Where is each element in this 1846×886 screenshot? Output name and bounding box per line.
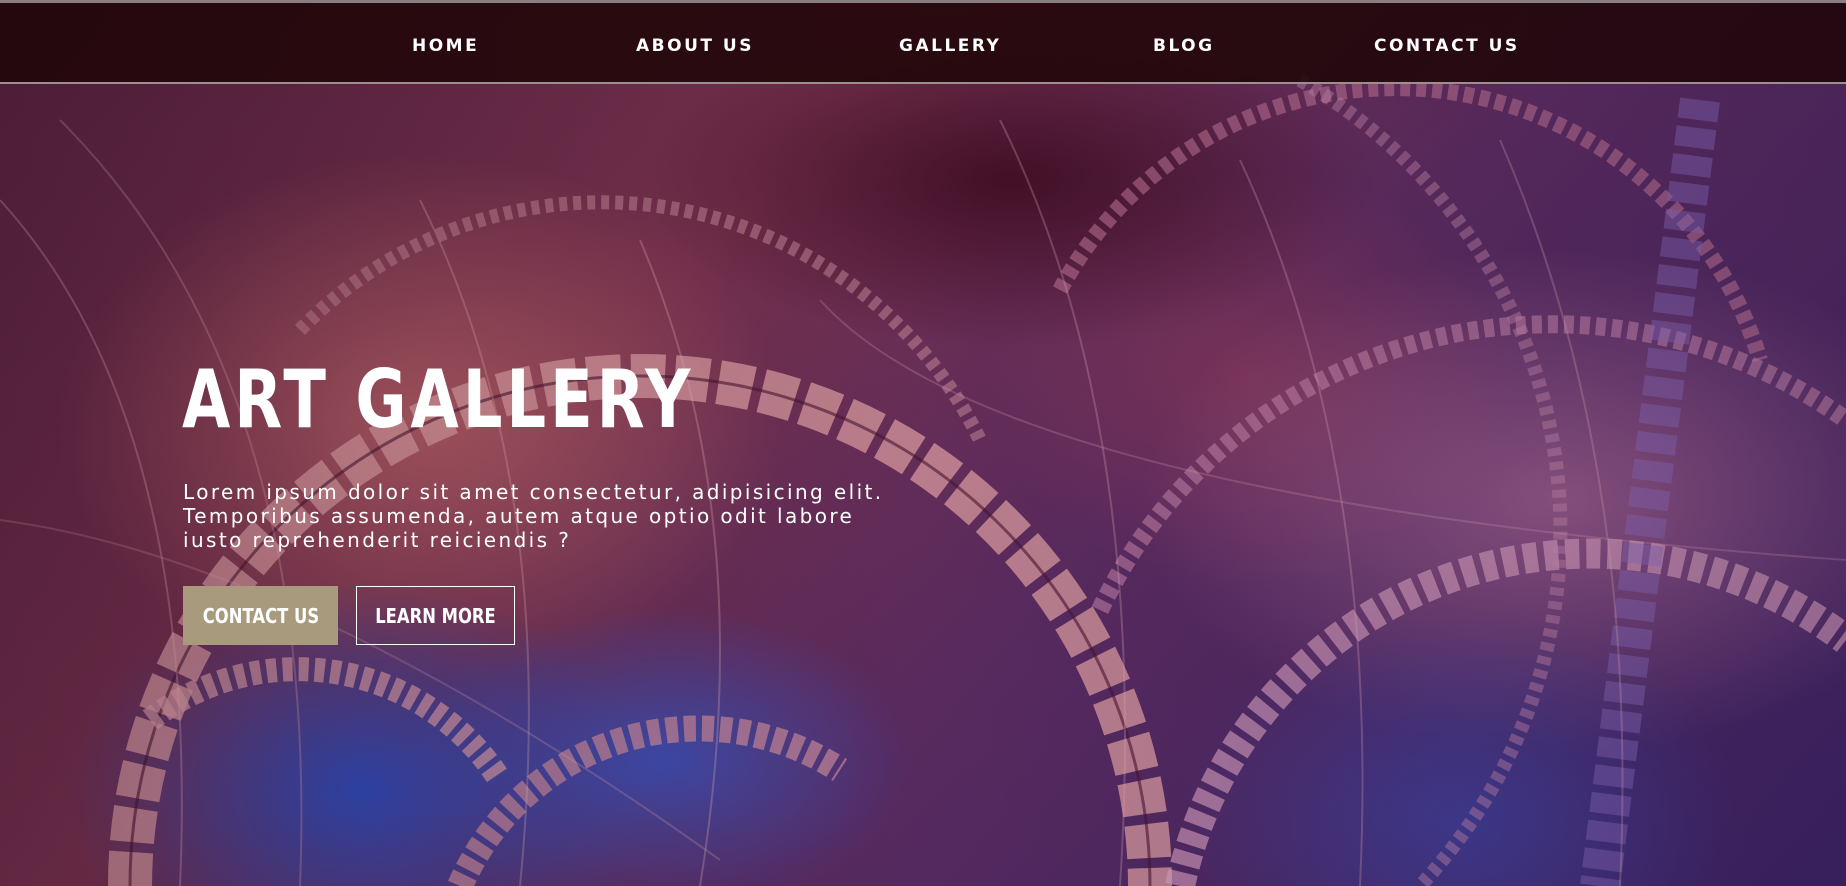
hero-description: Lorem ipsum dolor sit amet consectetur, … (183, 480, 884, 552)
nav-about-us[interactable]: ABOUT US (636, 36, 754, 56)
contact-us-button-label: CONTACT US (202, 603, 319, 628)
hero-title: ART GALLERY (182, 353, 695, 446)
nav-contact-us[interactable]: CONTACT US (1374, 36, 1520, 56)
learn-more-button[interactable]: LEARN MORE (356, 586, 515, 645)
nav-gallery[interactable]: GALLERY (899, 36, 1001, 56)
contact-us-button[interactable]: CONTACT US (183, 586, 338, 645)
nav-home[interactable]: HOME (412, 36, 479, 56)
learn-more-button-label: LEARN MORE (375, 603, 496, 628)
nav-blog[interactable]: BLOG (1153, 36, 1215, 56)
top-navigation-bar: HOME ABOUT US GALLERY BLOG CONTACT US (0, 0, 1846, 84)
